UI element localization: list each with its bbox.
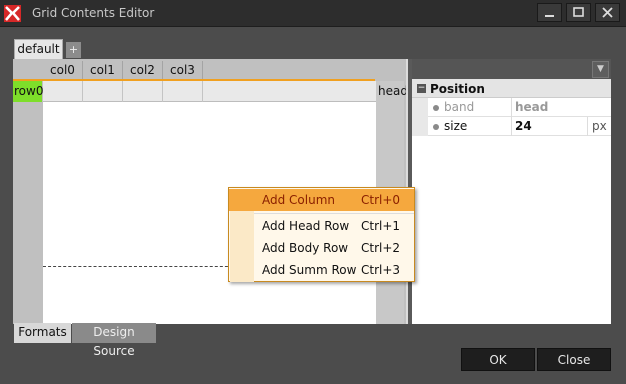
property-group-label: Position — [430, 82, 485, 96]
column-header-row: col0 col1 col2 col3 — [43, 61, 203, 80]
property-gutter — [412, 98, 428, 117]
grid-cell[interactable] — [123, 81, 163, 102]
property-selector[interactable] — [412, 59, 611, 79]
minimize-icon — [545, 15, 554, 17]
menu-item-label: Add Column — [262, 193, 336, 207]
menu-item-label: Add Head Row — [262, 219, 350, 233]
tab-default[interactable]: default — [14, 39, 63, 59]
dialog-body: default + col0 col1 col2 col3 row0 head … — [0, 27, 626, 384]
menu-item-add-body-row[interactable]: Add Body Row Ctrl+2 — [229, 237, 414, 259]
column-header[interactable]: col0 — [43, 61, 83, 80]
menu-item-add-column[interactable]: Add Column Ctrl+0 — [229, 189, 414, 211]
property-bullet-icon — [433, 105, 439, 111]
window-title: Grid Contents Editor — [32, 6, 155, 20]
column-header[interactable]: col1 — [83, 61, 123, 80]
menu-separator — [254, 213, 414, 214]
grid-cell[interactable] — [43, 81, 83, 102]
close-window-button[interactable] — [595, 3, 620, 22]
property-value[interactable]: head — [515, 100, 548, 114]
menu-item-shortcut: Ctrl+0 — [361, 193, 401, 207]
band-label: head — [378, 84, 408, 98]
tab-formats[interactable]: Formats — [14, 323, 71, 343]
menu-item-label: Add Summ Row — [262, 263, 357, 277]
context-menu: Add Column Ctrl+0 Add Head Row Ctrl+1 Ad… — [228, 187, 415, 282]
tab-design-source[interactable]: Design Source — [72, 323, 156, 358]
maximize-icon — [573, 7, 584, 17]
title-bar[interactable]: Grid Contents Editor — [0, 0, 626, 27]
column-header[interactable]: col2 — [123, 61, 163, 80]
menu-item-shortcut: Ctrl+2 — [361, 241, 401, 255]
grid-row[interactable] — [43, 81, 376, 102]
property-row-band[interactable]: band head — [412, 98, 611, 117]
close-button[interactable]: Close — [537, 348, 611, 371]
property-value[interactable]: 24 — [515, 119, 532, 133]
collapse-icon[interactable]: − — [417, 84, 426, 93]
menu-item-label: Add Body Row — [262, 241, 349, 255]
column-header[interactable]: col3 — [163, 61, 203, 80]
property-bullet-icon — [433, 124, 439, 130]
property-unit: px — [592, 119, 607, 133]
property-name: size — [444, 119, 468, 133]
property-name: band — [444, 100, 475, 114]
menu-item-add-head-row[interactable]: Add Head Row Ctrl+1 — [229, 215, 414, 237]
row-header[interactable]: row0 — [13, 81, 43, 102]
ok-button[interactable]: OK — [461, 348, 535, 371]
app-logo-icon — [4, 5, 21, 22]
maximize-button[interactable] — [566, 3, 591, 22]
close-icon — [602, 7, 613, 18]
property-gutter — [412, 117, 428, 136]
menu-item-shortcut: Ctrl+1 — [361, 219, 401, 233]
grid-cell[interactable] — [163, 81, 203, 102]
chevron-down-icon[interactable]: ▼ — [592, 61, 609, 78]
grid-cell[interactable] — [83, 81, 123, 102]
menu-item-add-summ-row[interactable]: Add Summ Row Ctrl+3 — [229, 259, 414, 281]
insert-guide-line — [43, 266, 238, 267]
minimize-button[interactable] — [537, 3, 562, 22]
menu-item-shortcut: Ctrl+3 — [361, 263, 401, 277]
add-tab-button[interactable]: + — [66, 42, 81, 58]
property-row-size[interactable]: size 24 px — [412, 117, 611, 136]
